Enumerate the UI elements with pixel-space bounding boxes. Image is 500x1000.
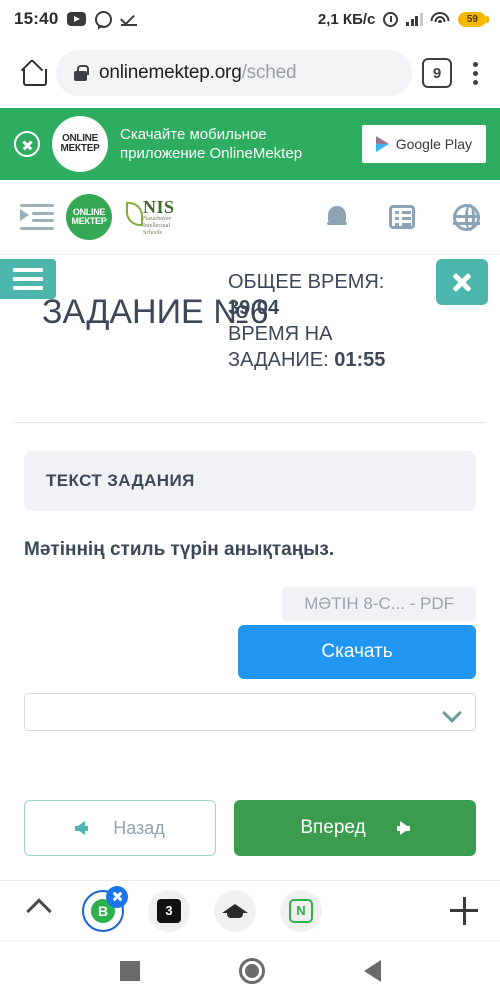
app-dock: B 3 N xyxy=(0,880,500,940)
onlinemektep-logo-banner: ONLINE МЕКТЕР xyxy=(52,116,108,172)
app-n-glyph: N xyxy=(289,898,313,923)
forward-button-label: Вперед xyxy=(300,817,366,838)
nav-logo-line-2: МЕКТЕР xyxy=(71,216,107,226)
wifi-icon xyxy=(430,12,450,26)
kebab-menu-icon[interactable] xyxy=(462,61,488,85)
back-button[interactable]: Назад xyxy=(24,800,216,856)
close-circle-icon[interactable] xyxy=(14,131,40,157)
nis-text: NIS Nazarbayev Intellectual Schools xyxy=(143,198,175,237)
nis-leaf-icon xyxy=(124,202,143,232)
google-play-label: Google Play xyxy=(395,136,472,152)
battery-indicator: 59 xyxy=(457,11,490,27)
task-content: ТЕКСТ ЗАДАНИЯ Мәтіннің стиль түрін анықт… xyxy=(0,423,500,880)
youtube-icon xyxy=(67,12,87,26)
whatsapp-icon xyxy=(95,10,113,30)
task-time-label-line2: ЗАДАНИЕ: xyxy=(228,349,329,371)
attachment-block: МӘТІН 8-С... - PDF Скачать xyxy=(24,587,476,679)
close-badge-icon[interactable] xyxy=(106,885,128,908)
globe-icon[interactable] xyxy=(453,203,480,231)
lock-icon xyxy=(74,65,89,81)
nis-sub-2: Intellectual xyxy=(143,222,170,229)
circle-home-icon[interactable] xyxy=(238,957,265,984)
site-navigation-bar: ONLINE МЕКТЕР NIS Nazarbayev Intellectua… xyxy=(0,180,500,255)
dock-app-list: B 3 N xyxy=(82,885,322,932)
home-icon[interactable] xyxy=(20,61,47,86)
status-clock: 15:40 xyxy=(14,9,59,28)
nis-abbr: NIS xyxy=(143,196,175,217)
arrow-right-icon xyxy=(396,821,410,835)
chevron-down-icon xyxy=(442,703,462,723)
chevron-up-icon[interactable] xyxy=(26,897,52,924)
phone-screen: 15:40 2,1 КБ/с 59 onlinemektep.org/sched… xyxy=(0,0,500,1000)
list-icon[interactable] xyxy=(389,205,415,229)
google-play-icon xyxy=(375,136,389,152)
status-bar-left: 15:40 xyxy=(14,9,138,30)
url-path: /sched xyxy=(241,62,297,83)
android-nav-bar xyxy=(0,940,500,1000)
alarm-icon xyxy=(383,11,399,27)
download-button[interactable]: Скачать xyxy=(238,625,476,679)
nis-logo: NIS Nazarbayev Intellectual Schools xyxy=(124,198,175,237)
status-bar: 15:40 2,1 КБ/с 59 xyxy=(0,0,500,38)
nis-sub-1: Nazarbayev xyxy=(143,215,172,222)
dock-app-3[interactable]: 3 xyxy=(148,889,190,932)
total-time-label: ОБЩЕЕ ВРЕМЯ: xyxy=(228,271,385,293)
arrow-left-icon xyxy=(75,821,89,835)
signal-icon xyxy=(406,12,423,26)
url-text: onlinemektep.org/sched xyxy=(99,62,297,84)
download-done-icon xyxy=(121,12,138,26)
answer-select[interactable] xyxy=(24,693,476,731)
nis-sub-3: Schools xyxy=(143,229,163,236)
question-text: Мәтіннің стиль түрін анықтаңыз. xyxy=(24,539,335,560)
file-name-chip: МӘТІН 8-С... - PDF xyxy=(282,587,476,621)
bell-icon[interactable] xyxy=(323,203,351,231)
task-time-label-line1: ВРЕМЯ НА xyxy=(228,323,333,345)
status-bar-right: 2,1 КБ/с 59 xyxy=(317,10,490,28)
triangle-back-icon[interactable] xyxy=(363,959,381,982)
action-buttons: Назад Вперед xyxy=(24,800,476,856)
task-header: ЗАДАНИЕ №6 ОБЩЕЕ ВРЕМЯ: 39:04 ВРЕМЯ НА З… xyxy=(0,255,500,423)
url-domain: onlinemektep.org xyxy=(99,62,242,83)
dock-app-n[interactable]: N xyxy=(280,889,322,932)
nav-icon-group xyxy=(323,203,480,231)
app-3-glyph: 3 xyxy=(157,898,181,923)
onlinemektep-logo-nav[interactable]: ONLINE МЕКТЕР xyxy=(66,194,112,240)
promo-text-line-1: Скачайте мобильное xyxy=(120,126,267,143)
app-promo-banner: ONLINE МЕКТЕР Скачайте мобильное приложе… xyxy=(0,108,500,180)
back-button-label: Назад xyxy=(113,817,165,838)
timers: ОБЩЕЕ ВРЕМЯ: 39:04 ВРЕМЯ НА ЗАДАНИЕ: 01:… xyxy=(228,269,438,373)
dock-app-graduation[interactable] xyxy=(214,889,256,932)
total-time-value: 39:04 xyxy=(228,297,280,319)
close-icon[interactable] xyxy=(436,259,488,305)
google-play-button[interactable]: Google Play xyxy=(361,125,486,163)
promo-text: Скачайте мобильное приложение OnlineMekt… xyxy=(120,125,350,163)
task-text-card-title: ТЕКСТ ЗАДАНИЯ xyxy=(46,471,195,490)
graduation-cap-icon xyxy=(222,902,248,920)
network-speed-label: 2,1 КБ/с xyxy=(317,10,376,28)
square-recents-icon[interactable] xyxy=(119,960,140,981)
tab-count-button[interactable]: 9 xyxy=(422,58,452,88)
browser-toolbar: onlinemektep.org/sched 9 xyxy=(0,38,500,108)
task-time-value: 01:55 xyxy=(334,349,386,371)
dock-app-b[interactable]: B xyxy=(82,885,128,932)
menu-indent-icon[interactable] xyxy=(20,204,54,230)
promo-text-line-2: приложение OnlineMektep xyxy=(120,145,303,162)
task-text-card: ТЕКСТ ЗАДАНИЯ xyxy=(24,451,476,511)
forward-button[interactable]: Вперед xyxy=(234,800,476,856)
url-bar[interactable]: onlinemektep.org/sched xyxy=(56,50,412,96)
logo-line-2: МЕКТЕР xyxy=(60,143,100,154)
plus-icon[interactable] xyxy=(450,896,478,925)
